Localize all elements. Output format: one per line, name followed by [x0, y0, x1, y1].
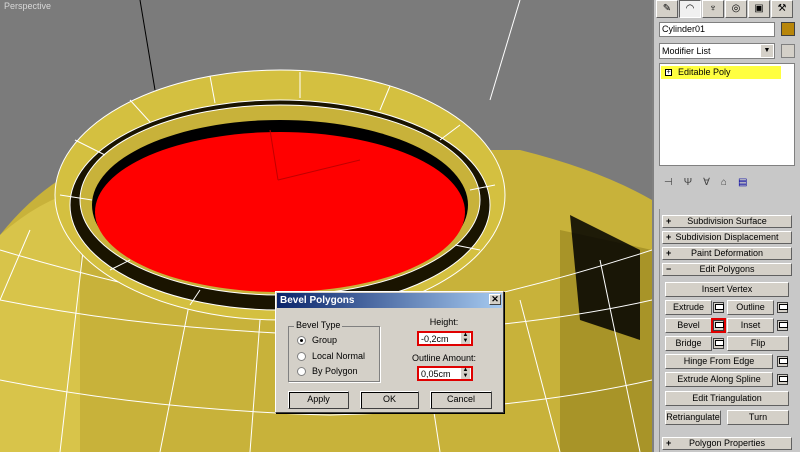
height-spinner[interactable]: -0,2cm ▲ ▼	[417, 331, 473, 346]
object-name-field[interactable]: Cylinder01	[659, 22, 775, 37]
minus-icon: −	[666, 264, 672, 274]
flip-button[interactable]: Flip	[727, 336, 789, 351]
outline-amount-label: Outline Amount:	[411, 353, 477, 363]
object-color-swatch[interactable]	[781, 22, 795, 36]
rollout-label: Polygon Properties	[688, 438, 766, 448]
extrude-along-spline-button[interactable]: Extrude Along Spline	[665, 372, 773, 387]
insert-vertex-button[interactable]: Insert Vertex	[665, 282, 789, 297]
radio-button[interactable]	[297, 351, 306, 361]
utilities-icon[interactable]: ⚒	[771, 0, 793, 18]
height-value[interactable]: -0,2cm	[419, 334, 461, 344]
modifier-list-label: Modifier List	[662, 46, 711, 56]
radio-button[interactable]	[297, 366, 306, 376]
rollout-label: Paint Deformation	[690, 248, 764, 258]
radio-by-polygon[interactable]: By Polygon	[297, 366, 358, 376]
radio-label: By Polygon	[312, 366, 358, 376]
modifier-stack[interactable]: + Editable Poly	[659, 63, 795, 166]
rollout-subdivision-displacement[interactable]: + Subdivision Displacement	[662, 231, 792, 244]
rollouts: + Subdivision Surface + Subdivision Disp…	[659, 209, 795, 452]
close-icon[interactable]: ✕	[489, 294, 501, 305]
modifier-sets-icon[interactable]	[781, 44, 795, 58]
height-label: Height:	[429, 317, 459, 327]
stack-item-label: Editable Poly	[678, 67, 731, 77]
edit-triangulation-button[interactable]: Edit Triangulation	[665, 391, 789, 406]
bevel-polygons-dialog: Bevel Polygons ✕ Bevel Type Group Local …	[275, 291, 504, 413]
create-icon[interactable]: ✎	[656, 0, 678, 18]
modify-icon[interactable]: ◠	[679, 0, 701, 18]
bevel-settings-icon[interactable]	[711, 318, 726, 333]
rollout-label: Edit Polygons	[699, 264, 755, 274]
command-panel: ✎ ◠ ♆ ◎ ▣ ⚒ Cylinder01 Modifier List ▼ +…	[652, 0, 800, 452]
outline-settings-icon[interactable]	[777, 302, 788, 313]
stack-toolbar: ⊣ Ψ ∀ ⌂ ▤	[664, 177, 747, 188]
remove-modifier-icon[interactable]: ⌂	[721, 177, 727, 188]
rollout-edit-polygons[interactable]: − Edit Polygons	[662, 263, 792, 276]
cancel-button[interactable]: Cancel	[430, 391, 492, 409]
extrude-button[interactable]: Extrude	[665, 300, 712, 315]
hierarchy-icon[interactable]: ♆	[702, 0, 724, 18]
plus-icon: +	[666, 232, 672, 242]
inset-button[interactable]: Inset	[727, 318, 774, 333]
radio-label: Local Normal	[312, 351, 366, 361]
extrude-settings-icon[interactable]	[713, 302, 724, 313]
radio-local-normal[interactable]: Local Normal	[297, 351, 365, 361]
bridge-button[interactable]: Bridge	[665, 336, 712, 351]
bridge-settings-icon[interactable]	[713, 338, 724, 349]
radio-label: Group	[312, 335, 338, 345]
retriangulate-button[interactable]: Retriangulate	[665, 410, 721, 425]
viewport-label[interactable]: Perspective	[4, 1, 51, 11]
display-icon[interactable]: ▣	[748, 0, 770, 18]
outline-amount-value[interactable]: 0,05cm	[419, 369, 461, 379]
turn-button[interactable]: Turn	[727, 410, 789, 425]
pin-stack-icon[interactable]: ⊣	[664, 177, 673, 188]
bevel-type-legend: Bevel Type	[294, 320, 343, 330]
hinge-settings-icon[interactable]	[777, 356, 788, 367]
chevron-down-icon[interactable]: ▼	[761, 45, 773, 57]
ok-button[interactable]: OK	[360, 391, 419, 409]
rollout-polygon-properties[interactable]: + Polygon Properties	[662, 437, 792, 450]
dialog-title[interactable]: Bevel Polygons	[277, 293, 502, 308]
make-unique-icon[interactable]: ∀	[703, 177, 710, 188]
configure-modifier-sets-icon[interactable]: ▤	[738, 177, 747, 188]
plus-icon: +	[666, 438, 672, 448]
spinner-arrows-icon[interactable]: ▲ ▼	[461, 332, 470, 344]
show-end-result-icon[interactable]: Ψ	[684, 177, 692, 188]
command-tabs: ✎ ◠ ♆ ◎ ▣ ⚒	[656, 0, 793, 18]
rollout-label: Subdivision Surface	[687, 216, 767, 226]
outline-amount-spinner[interactable]: 0,05cm ▲ ▼	[417, 366, 473, 381]
rollout-paint-deformation[interactable]: + Paint Deformation	[662, 247, 792, 260]
plus-icon: +	[666, 216, 672, 226]
hinge-from-edge-button[interactable]: Hinge From Edge	[665, 354, 773, 369]
rollout-subdivision-surface[interactable]: + Subdivision Surface	[662, 215, 792, 228]
spinner-arrows-icon[interactable]: ▲ ▼	[461, 367, 470, 379]
modifier-list-dropdown[interactable]: Modifier List ▼	[659, 43, 775, 59]
plus-icon: +	[666, 248, 672, 258]
bevel-button[interactable]: Bevel	[665, 318, 712, 333]
rollout-label: Subdivision Displacement	[675, 232, 779, 242]
bevel-type-group: Bevel Type Group Local Normal By Polygon	[288, 320, 380, 382]
stack-item-editable-poly[interactable]: + Editable Poly	[661, 66, 781, 79]
extrude-along-spline-settings-icon[interactable]	[777, 374, 788, 385]
plus-icon[interactable]: +	[665, 69, 672, 76]
inset-settings-icon[interactable]	[777, 320, 788, 331]
outline-button[interactable]: Outline	[727, 300, 774, 315]
motion-icon[interactable]: ◎	[725, 0, 747, 18]
radio-button-checked[interactable]	[297, 335, 306, 345]
radio-group[interactable]: Group	[297, 335, 337, 345]
apply-button[interactable]: Apply	[288, 391, 349, 409]
